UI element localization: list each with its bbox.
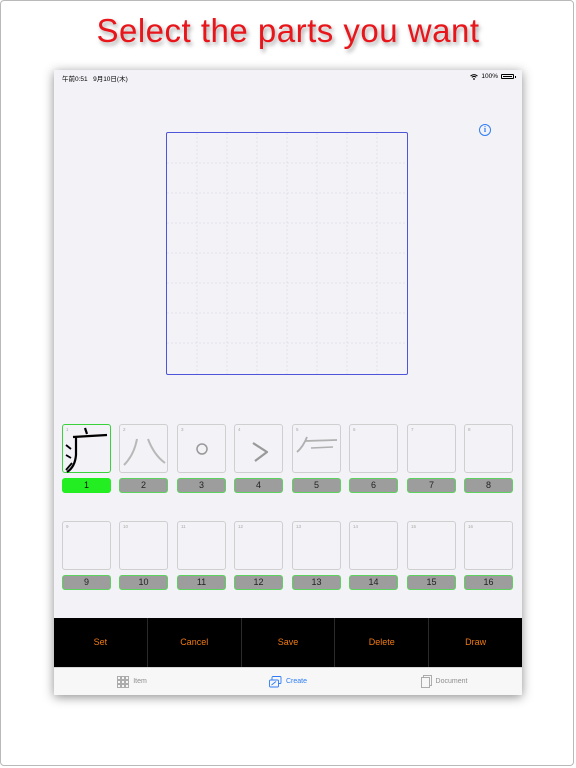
part-cell[interactable]: 6 [349, 424, 398, 473]
part-slot-7[interactable]: 7 7 [407, 424, 456, 493]
draw-button[interactable]: Draw [429, 618, 522, 667]
part-number-tag[interactable]: 12 [234, 575, 283, 590]
part-cell[interactable]: 16 [464, 521, 513, 570]
part-glyph-hachi [123, 438, 166, 466]
part-slot-3[interactable]: 3 3 [177, 424, 226, 493]
tab-bar: Item Create Document [54, 667, 522, 695]
part-slot-9[interactable]: 9 9 [62, 521, 111, 590]
part-glyph-stroke [252, 442, 269, 462]
part-cell[interactable]: 9 [62, 521, 111, 570]
canvas-grid [167, 133, 407, 374]
part-slot-14[interactable]: 14 14 [349, 521, 398, 590]
part-number-tag[interactable]: 2 [119, 478, 168, 493]
part-index: 16 [468, 524, 474, 529]
status-time: 午前0:51 [62, 76, 88, 83]
info-icon[interactable]: i [479, 124, 491, 136]
part-index: 10 [123, 524, 129, 529]
part-slot-13[interactable]: 13 13 [292, 521, 341, 590]
part-index: 14 [353, 524, 359, 529]
part-number-tag[interactable]: 14 [349, 575, 398, 590]
part-number-tag[interactable]: 8 [464, 478, 513, 493]
part-number-tag[interactable]: 3 [177, 478, 226, 493]
part-number-tag[interactable]: 11 [177, 575, 226, 590]
document-icon [420, 675, 432, 688]
tab-label: Create [285, 678, 307, 685]
set-button[interactable]: Set [54, 618, 148, 667]
tab-label: Document [435, 678, 468, 685]
part-cell[interactable]: 13 [292, 521, 341, 570]
part-number-tag[interactable]: 1 [62, 478, 111, 493]
status-right: 100% [470, 73, 516, 80]
part-cell[interactable]: 1 [62, 424, 111, 473]
part-cell[interactable]: 4 [234, 424, 283, 473]
part-cell[interactable]: 5 [292, 424, 341, 473]
part-slot-5[interactable]: 5 5 [292, 424, 341, 493]
status-bar: 午前0:51 9月10日(木) 100% [54, 70, 522, 84]
grid-icon [117, 675, 130, 688]
part-cell[interactable]: 2 [119, 424, 168, 473]
part-index: 6 [353, 427, 356, 432]
action-toolbar: Set Cancel Save Delete Draw [54, 618, 522, 667]
part-number-tag[interactable]: 5 [292, 478, 341, 493]
part-glyph-circle [196, 443, 208, 455]
part-cell[interactable]: 11 [177, 521, 226, 570]
part-cell[interactable]: 14 [349, 521, 398, 570]
part-index: 9 [66, 524, 69, 529]
part-glyph-hiroshi [65, 427, 108, 473]
part-slot-6[interactable]: 6 6 [349, 424, 398, 493]
part-cell[interactable]: 7 [407, 424, 456, 473]
part-glyph-roof [296, 436, 338, 453]
part-number-tag[interactable]: 16 [464, 575, 513, 590]
delete-button[interactable]: Delete [335, 618, 430, 667]
part-number-tag[interactable]: 7 [407, 478, 456, 493]
part-slot-10[interactable]: 10 10 [119, 521, 168, 590]
tab-item[interactable]: Item [54, 668, 210, 695]
part-index: 15 [411, 524, 417, 529]
part-slot-11[interactable]: 11 11 [177, 521, 226, 590]
part-index: 13 [296, 524, 302, 529]
part-number-tag[interactable]: 15 [407, 575, 456, 590]
part-cell[interactable]: 12 [234, 521, 283, 570]
tab-label: Item [133, 678, 147, 685]
part-cell[interactable]: 3 [177, 424, 226, 473]
tab-document[interactable]: Document [366, 668, 522, 695]
part-slot-4[interactable]: 4 4 [234, 424, 283, 493]
part-number-tag[interactable]: 4 [234, 478, 283, 493]
part-number-tag[interactable]: 9 [62, 575, 111, 590]
part-index: 8 [468, 427, 471, 432]
battery-icon [501, 74, 516, 79]
part-slot-2[interactable]: 2 2 [119, 424, 168, 493]
part-index: 12 [238, 524, 244, 529]
part-slot-15[interactable]: 15 15 [407, 521, 456, 590]
cancel-button[interactable]: Cancel [148, 618, 242, 667]
part-slot-16[interactable]: 16 16 [464, 521, 513, 590]
part-number-tag[interactable]: 10 [119, 575, 168, 590]
part-cell[interactable]: 15 [407, 521, 456, 570]
part-index: 7 [411, 427, 414, 432]
save-button[interactable]: Save [242, 618, 336, 667]
tablet-screen: 午前0:51 9月10日(木) 100% i 1 1 2 2 3 3 4 4 5… [54, 70, 522, 695]
battery-percent: 100% [481, 73, 498, 80]
part-slot-1[interactable]: 1 1 [62, 424, 111, 493]
part-slot-12[interactable]: 12 12 [234, 521, 283, 590]
promo-headline: Select the parts you want [96, 12, 480, 49]
part-cell[interactable]: 8 [464, 424, 513, 473]
create-icon [269, 675, 282, 687]
part-slot-8[interactable]: 8 8 [464, 424, 513, 493]
drawing-canvas[interactable] [166, 132, 408, 375]
part-number-tag[interactable]: 13 [292, 575, 341, 590]
part-number-tag[interactable]: 6 [349, 478, 398, 493]
tab-create[interactable]: Create [210, 668, 366, 695]
wifi-icon [470, 73, 479, 80]
status-date: 9月10日(木) [93, 76, 128, 83]
status-time-date: 午前0:51 9月10日(木) [62, 73, 128, 83]
part-cell[interactable]: 10 [119, 521, 168, 570]
part-index: 11 [181, 524, 186, 529]
